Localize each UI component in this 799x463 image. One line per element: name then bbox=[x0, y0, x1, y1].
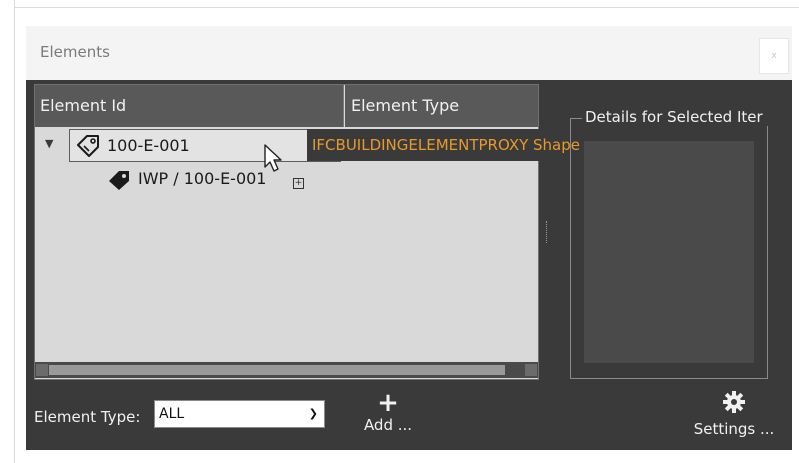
chevron-down-icon: ❯ bbox=[308, 407, 318, 420]
gear-icon bbox=[723, 391, 745, 413]
window-title: Elements bbox=[40, 43, 110, 61]
element-type-select[interactable]: ALL ❯ bbox=[154, 400, 325, 428]
outer-frame-line-top bbox=[14, 7, 799, 8]
scroll-left-arrow[interactable] bbox=[36, 364, 48, 376]
outer-frame-line-left bbox=[14, 0, 15, 463]
details-content-area bbox=[584, 141, 754, 363]
expand-arrow-icon[interactable]: ▼ bbox=[45, 137, 53, 150]
tag-solid-icon bbox=[109, 171, 129, 190]
expand-plus-icon[interactable]: + bbox=[293, 178, 304, 189]
element-type-select-value: ALL bbox=[159, 406, 185, 422]
close-button[interactable]: x bbox=[759, 38, 789, 74]
column-header-element-type[interactable]: Element Type bbox=[345, 85, 538, 127]
settings-button-label: Settings ... bbox=[693, 420, 775, 438]
tree-item-label: 100-E-001 bbox=[107, 136, 190, 155]
scrollbar-thumb[interactable] bbox=[49, 365, 505, 375]
mouse-cursor-icon bbox=[264, 144, 282, 172]
details-title: Details for Selected Iter bbox=[582, 108, 771, 126]
add-button-label: Add ... bbox=[363, 416, 413, 434]
column-header-element-id[interactable]: Element Id bbox=[35, 85, 344, 127]
elements-window: Elements x Element Id Element Type ▼ 100… bbox=[26, 26, 792, 450]
settings-button[interactable]: Settings ... bbox=[686, 390, 782, 442]
plus-icon: + bbox=[377, 388, 399, 418]
panel-splitter[interactable] bbox=[546, 221, 550, 243]
tag-outline-icon bbox=[77, 135, 99, 157]
title-bar: Elements x bbox=[26, 26, 792, 80]
tree-item-label[interactable]: IWP / 100-E-001 bbox=[138, 169, 266, 188]
horizontal-scrollbar[interactable] bbox=[35, 362, 538, 378]
scroll-right-arrow[interactable] bbox=[525, 364, 537, 376]
add-button[interactable]: + Add ... bbox=[358, 390, 418, 442]
element-type-label: Element Type: bbox=[34, 408, 141, 426]
